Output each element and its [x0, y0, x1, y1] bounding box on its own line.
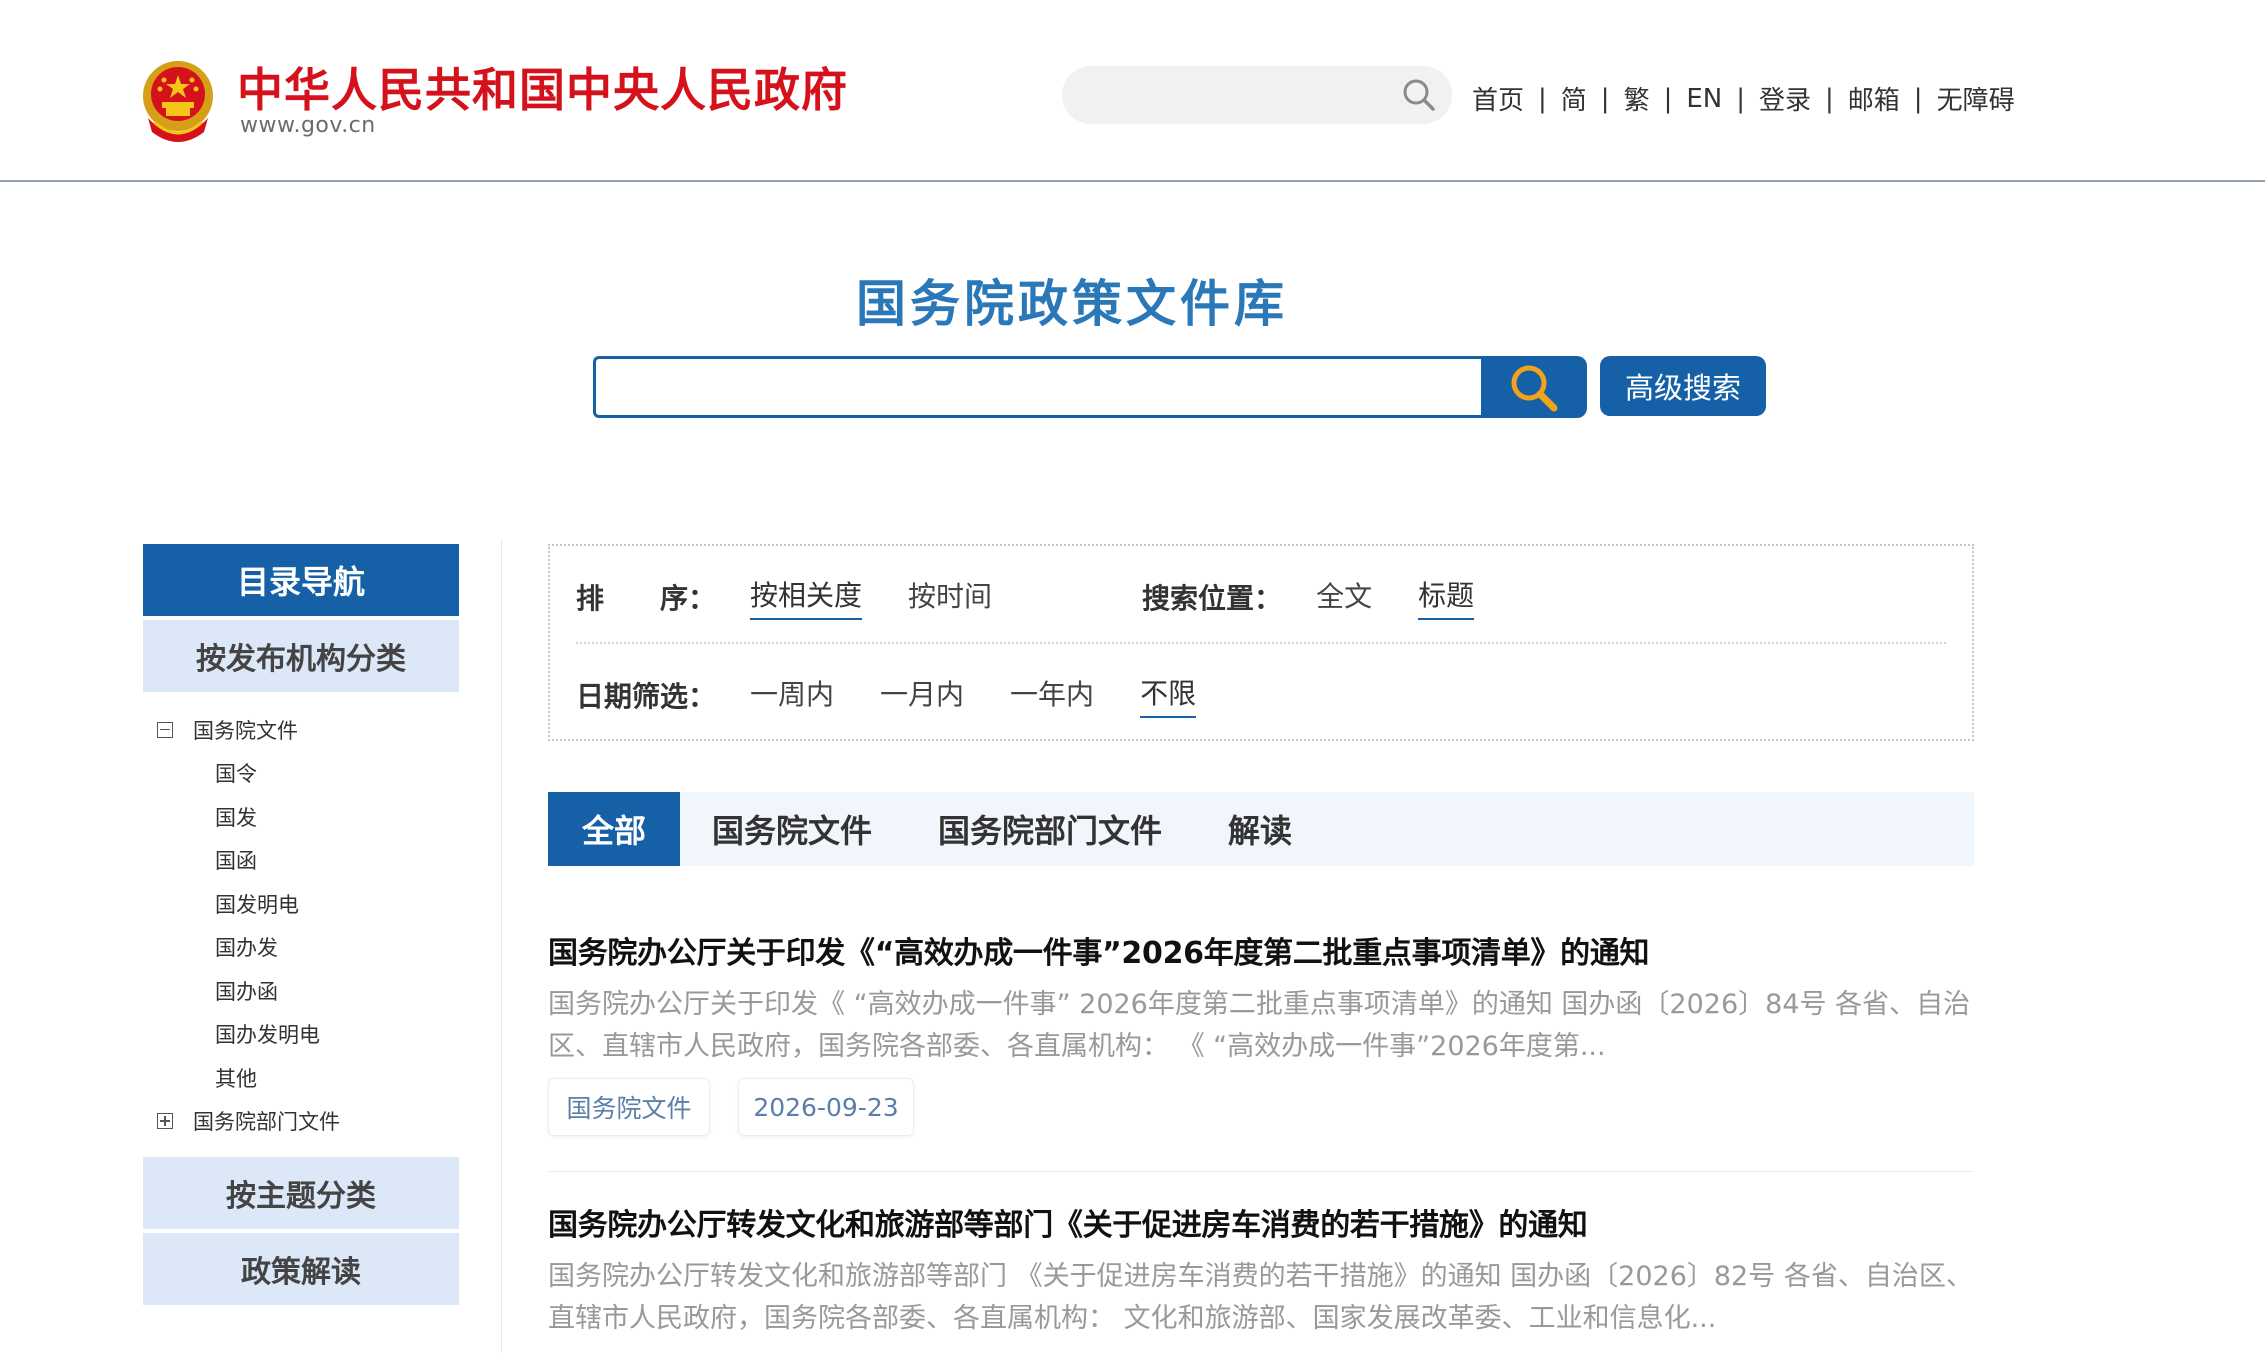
filter-divider [576, 642, 1946, 644]
sort-by-time[interactable]: 按时间 [908, 575, 992, 619]
header-search-input[interactable] [1062, 66, 1452, 124]
category-policy-interpretation[interactable]: 政策解读 [143, 1233, 459, 1305]
result-item: 国务院办公厅转发文化和旅游部等部门《关于促进房车消费的若干措施》的通知 国务院办… [548, 1200, 1974, 1340]
link-accessibility[interactable]: 无障碍 [1937, 80, 2015, 117]
tab-state-council-docs[interactable]: 国务院文件 [712, 792, 872, 866]
policy-search-input[interactable] [593, 356, 1481, 418]
tree-item-label: 国务院部门文件 [193, 1110, 340, 1135]
org-tree: 国务院文件 国令 国发 国函 国发明电 国办发 国办函 国办发明电 其他 国务院… [143, 692, 459, 1153]
filter-panel: 排 序： 按相关度 按时间 搜索位置： 全文 标题 日期筛选： 一周内 一月内 … [548, 544, 1974, 741]
link-separator: | [1538, 83, 1547, 114]
search-position-label: 搜索位置： [1142, 582, 1283, 615]
magnifier-icon [1511, 365, 1558, 412]
tree-child-item[interactable]: 国办发明电 [143, 1013, 459, 1057]
link-traditional[interactable]: 繁 [1624, 80, 1650, 117]
snippet-line: 直辖市人民政府，国务院各部委、各直属机构： 文化和旅游部、国家发展改革委、工业和… [548, 1303, 1717, 1334]
tree-item-label: 国务院文件 [193, 718, 298, 743]
library-title: 国务院政策文件库 [856, 274, 1288, 333]
snippet-line: 国务院办公厅关于印发《 “高效办成一件事” 2026年度第二批重点事项清单》的通… [548, 989, 1971, 1020]
snippet-line: 区、直辖市人民政府，国务院各部委、各直属机构： 《 “高效办成一件事”2026年… [548, 1031, 1606, 1062]
result-snippet: 国务院办公厅转发文化和旅游部等部门 《关于促进房车消费的若干措施》的通知 国办函… [548, 1256, 1974, 1340]
link-separator: | [1825, 83, 1834, 114]
result-title[interactable]: 国务院办公厅关于印发《“高效办成一件事”2026年度第二批重点事项清单》的通知 [548, 928, 1974, 972]
tree-child-item[interactable]: 国办发 [143, 926, 459, 970]
minus-box-icon[interactable] [157, 721, 173, 738]
tree-child-item[interactable]: 国发 [143, 795, 459, 839]
link-separator: | [1736, 83, 1745, 114]
column-divider [501, 540, 502, 1353]
filter-row-sort: 排 序： 按相关度 按时间 搜索位置： 全文 标题 [576, 574, 1475, 620]
site-header: 中华人民共和国中央人民政府 www.gov.cn 首页 | 简 | 繁 | EN… [0, 0, 2265, 182]
result-tabs: 全部 国务院文件 国务院部门文件 解读 [548, 792, 1974, 866]
tree-child-item[interactable]: 国令 [143, 752, 459, 796]
site-name[interactable]: 中华人民共和国中央人民政府 [237, 54, 848, 120]
filter-row-date: 日期筛选： 一周内 一月内 一年内 不限 [576, 672, 1197, 718]
link-separator: | [1663, 83, 1673, 114]
category-by-org[interactable]: 按发布机构分类 [143, 620, 459, 692]
tree-item-dept-docs[interactable]: 国务院部门文件 [143, 1100, 459, 1144]
tree-child-item[interactable]: 国函 [143, 839, 459, 883]
link-separator: | [1600, 83, 1610, 114]
date-tag: 2026-09-23 [738, 1078, 914, 1136]
date-week[interactable]: 一周内 [750, 673, 834, 717]
tree-item-state-council-docs[interactable]: 国务院文件 [143, 708, 459, 752]
search-button[interactable] [1481, 356, 1587, 418]
result-snippet: 国务院办公厅关于印发《 “高效办成一件事” 2026年度第二批重点事项清单》的通… [548, 984, 1974, 1068]
result-title[interactable]: 国务院办公厅转发文化和旅游部等部门《关于促进房车消费的若干措施》的通知 [548, 1200, 1974, 1244]
site-url[interactable]: www.gov.cn [240, 113, 376, 138]
link-separator: | [1913, 83, 1923, 114]
category-tag[interactable]: 国务院文件 [548, 1078, 710, 1136]
sidebar: 目录导航 按发布机构分类 国务院文件 国令 国发 国函 国发明电 国办发 国办函… [143, 544, 459, 1305]
link-mailbox[interactable]: 邮箱 [1848, 80, 1900, 117]
search-icon[interactable] [1402, 78, 1436, 112]
link-simplified[interactable]: 简 [1561, 80, 1587, 117]
sort-label: 排 序： [576, 582, 717, 615]
category-by-topic[interactable]: 按主题分类 [143, 1157, 459, 1229]
sort-by-relevance[interactable]: 按相关度 [750, 574, 863, 620]
result-tags: 国务院文件 2026-09-23 [548, 1078, 1974, 1136]
date-filter-label: 日期筛选： [576, 680, 717, 713]
result-separator [548, 1171, 1974, 1172]
advanced-search-button[interactable]: 高级搜索 [1600, 356, 1766, 416]
tab-dept-docs[interactable]: 国务院部门文件 [938, 792, 1162, 866]
position-title[interactable]: 标题 [1418, 574, 1475, 620]
link-login[interactable]: 登录 [1759, 80, 1811, 117]
date-year[interactable]: 一年内 [1010, 673, 1094, 717]
link-home[interactable]: 首页 [1472, 80, 1524, 117]
nav-title: 目录导航 [143, 544, 459, 616]
snippet-line: 国务院办公厅转发文化和旅游部等部门 《关于促进房车消费的若干措施》的通知 国办函… [548, 1261, 1973, 1292]
date-month[interactable]: 一月内 [880, 673, 964, 717]
date-unlimited[interactable]: 不限 [1140, 672, 1197, 718]
result-item: 国务院办公厅关于印发《“高效办成一件事”2026年度第二批重点事项清单》的通知 … [548, 928, 1974, 1136]
link-english[interactable]: EN [1686, 84, 1722, 114]
plus-box-icon[interactable] [157, 1113, 173, 1130]
tab-interpretation[interactable]: 解读 [1228, 792, 1292, 866]
top-links: 首页 | 简 | 繁 | EN | 登录 | 邮箱 | 无障碍 [1472, 80, 2015, 117]
tree-child-item[interactable]: 国发明电 [143, 882, 459, 926]
tree-child-item[interactable]: 其他 [143, 1056, 459, 1100]
position-fulltext[interactable]: 全文 [1316, 575, 1372, 619]
national-emblem-icon[interactable] [140, 58, 216, 144]
tree-child-item[interactable]: 国办函 [143, 969, 459, 1013]
tab-all[interactable]: 全部 [548, 792, 680, 866]
